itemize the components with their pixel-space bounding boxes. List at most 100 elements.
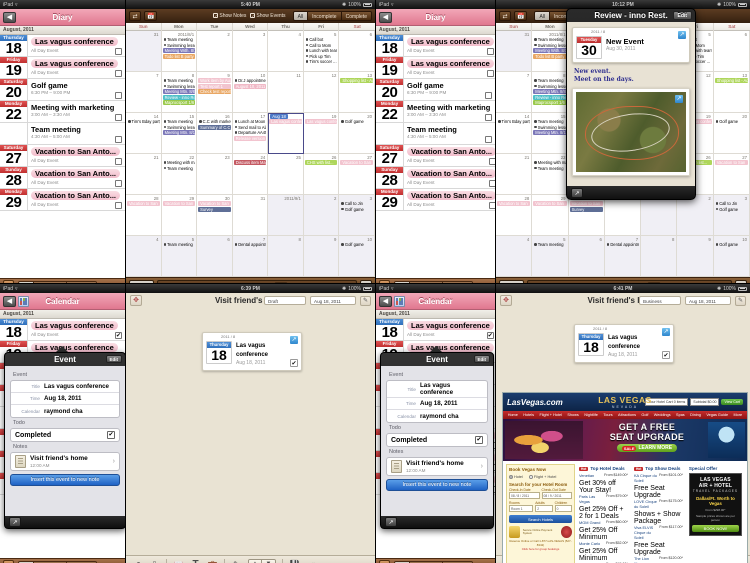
calendar-day-cell[interactable]: 4 [126,236,162,277]
expand-icon[interactable]: ⇄ [129,11,141,21]
add-event-icon[interactable]: 📅 [144,11,158,21]
deal-item[interactable]: KA Cirque du Soleil From $101.00* Free Sea… [634,473,683,499]
diary-event-row[interactable]: Monday22Meeting with marketing3:00 AM – … [376,101,495,123]
learn-more-button[interactable]: SALE LEARN MORE [616,444,678,452]
calendar-event[interactable]: Departure AA456 [234,130,266,135]
web-nav-tours[interactable]: Tours [603,413,612,417]
calendar-event[interactable]: Meeting with mar. [533,160,567,165]
calendar-event[interactable]: Team meeting [533,119,566,124]
calendar-day-cell[interactable]: 2 [303,195,340,236]
calendar-event[interactable]: Team meeting [533,78,566,83]
calendar-event[interactable]: Meeting with mar. [163,160,195,165]
fullscreen-icon[interactable]: ✥ [130,295,142,306]
show-events-toggle[interactable]: ✓ Show Events [250,13,286,19]
calendar-event[interactable]: Swimming lesson [533,43,567,48]
calendar-event[interactable]: Pick up Tim [305,54,338,59]
calendar-event[interactable]: Vacation to San [497,201,531,206]
calendar-day-cell[interactable]: 2 [197,31,233,72]
calendar-event[interactable]: Meeting Mtn. 8/8 [162,89,196,94]
import-icon[interactable]: ⇩ [149,559,160,563]
calendar-event[interactable]: Call to Jin [340,201,373,206]
calendar-day-cell[interactable]: 31 [496,31,533,72]
calendar-day-cell[interactable]: 31 [604,195,642,236]
event-body[interactable]: Vacation to San Anto... All Day Event [28,167,125,188]
travel-package-ad[interactable]: LAS VEGAS AIR + HOTEL TRAVEL PACKAGES Da… [688,473,742,536]
calendar-icon[interactable] [394,295,405,307]
calendar-day-cell[interactable]: 4 [268,31,304,72]
event-body[interactable]: Las vagus conference All Day Event [404,35,495,56]
calendar-icon[interactable] [18,295,29,307]
text-icon[interactable]: T [190,559,201,563]
calendar-day-cell[interactable]: 6 [713,31,750,72]
calendar-event[interactable]: Lunch at Moon [234,119,267,124]
calendar-event[interactable]: Tim's Bday party [127,119,160,124]
calendar-day-cell[interactable]: 31 [232,195,269,236]
diary-event-row[interactable]: Sunday28Vacation to San Anto... All Day E… [376,167,495,189]
show-deal-list[interactable]: KA Cirque du Soleil From $101.00* Free Sea… [634,473,683,563]
children-select[interactable]: 0 [554,505,573,512]
calendar-event[interactable]: Meeting With. 8/1 [162,48,196,53]
web-nav-golf[interactable]: Golf [641,413,648,417]
expand-icon[interactable]: ⇄ [499,11,511,21]
web-nav-home[interactable]: Home [508,413,518,417]
calendar-event[interactable]: Las vagus confer. [304,119,338,124]
calendar-event[interactable]: Review - inno Rest. [533,94,567,100]
event-body[interactable]: Golf game6:30 PM – 9:00 PM [28,79,125,100]
note-date-field[interactable]: Aug 18, 2011 [685,296,731,305]
cart-area[interactable]: Your Hotel Cart 0 items Subtotal $0.00 V… [645,398,743,406]
diary-event-list[interactable]: Thursday 18 Las vagus conference All Day Ev… [0,35,125,278]
calendar-event[interactable]: Work item by Aug. [198,78,231,83]
calendar-day-cell[interactable]: 8 [268,236,304,277]
edit-button[interactable]: Edit [473,355,490,363]
calendar-day-cell[interactable]: 21 [126,154,162,195]
calendar-event[interactable]: Release version 5c [233,135,267,141]
book-vegas-panel[interactable]: Book Vegas Now Hotel Flight + Hotel Sear… [506,464,576,563]
deal-item[interactable]: LOVE Cirque du Soleil From $175.00* Shows … [634,499,683,525]
embedded-event-card[interactable]: 2011 / 8 Thursday 18 Las vagus conferenc… [574,324,674,363]
calendar-day-cell[interactable]: 3 Call to Jin Golf game [713,195,750,236]
back-arrow-icon[interactable]: ◀ [3,295,16,307]
calendar-event[interactable]: Meeting Mtn. 8/15 [533,130,567,135]
deal-item[interactable]: Venetian From $149.00* Get 30% off Your St… [579,473,628,494]
calendar-event[interactable]: Team meeting [163,242,196,247]
calendar-event[interactable]: Vacation to San [127,201,160,206]
event-body[interactable]: Team meeting4:30 AM – 5:00 AM [404,123,495,144]
calendar-day-cell[interactable]: 15Team meetingSwimming lessonMeeting Mtn… [161,113,198,154]
share-icon[interactable]: ↗ [385,517,397,527]
calendar-event[interactable]: Send mail to Alan [234,125,266,130]
event-body[interactable]: Las vagus conference All Day Event ✔ [28,319,125,340]
export-icon[interactable]: ⇥ [306,559,317,563]
todo-checkbox[interactable]: ✔ [475,436,483,444]
calendar-event[interactable]: Call to Jin [715,201,748,206]
calendar-event[interactable]: Dr.J appointment [234,78,266,83]
calendar-event[interactable]: Swimming lesson [533,84,567,89]
hotel-deal-list[interactable]: Venetian From $149.00* Get 30% off Your St… [579,473,628,563]
calendar-event[interactable]: Las vagus confer. [269,119,302,124]
web-nav-hotels[interactable]: Hotels [523,413,534,417]
event-checkbox[interactable] [115,114,122,121]
book-icon[interactable]: 📖 [173,559,184,563]
calendar-event[interactable]: Todo list B party [533,53,567,59]
calendar-event[interactable]: Meeting Mtn. 8/8 [533,89,567,94]
promo-banner[interactable]: GET A FREE SEAT UPGRADE SALE LEARN MORE [503,419,747,461]
calendar-day-cell[interactable]: 3 [232,31,269,72]
compose-icon[interactable]: ✎ [735,295,746,306]
web-nav-shows[interactable]: Shows [567,413,578,417]
calendar-day-cell[interactable]: 29 Vacation to San [532,195,569,236]
calendar-day-cell[interactable]: 5 Call botCall to MomLunch with teamPick … [303,31,340,72]
calendar-day-cell[interactable]: 10 Golf game [339,236,375,277]
share-icon[interactable]: ↗ [132,559,143,563]
deal-item[interactable]: MGM Grand From $60.00* Get 25% Off Minimum [579,520,628,541]
web-nav-vegas-guide[interactable]: Vegas Guide [706,413,728,417]
event-checkbox[interactable] [115,136,122,143]
calendar-event[interactable]: Todo list B party [162,53,196,59]
open-link-icon[interactable]: ↗ [678,31,686,39]
web-nav-flight-hotel[interactable]: Flight + Hotel [539,413,561,417]
calendar-day-cell[interactable]: 14 Tim's Bday party [126,113,162,154]
calendar-day-cell[interactable]: 2011/9/1 [641,195,678,236]
calendar-day-cell[interactable]: 6 [339,31,375,72]
filter-tab-complete[interactable]: Complete [341,12,371,20]
calendar-event[interactable]: CHS with list... [304,160,338,165]
event-body[interactable]: Las vagus conference All Day Event [28,35,125,56]
calendar-event[interactable]: Vacation to San [198,201,231,206]
